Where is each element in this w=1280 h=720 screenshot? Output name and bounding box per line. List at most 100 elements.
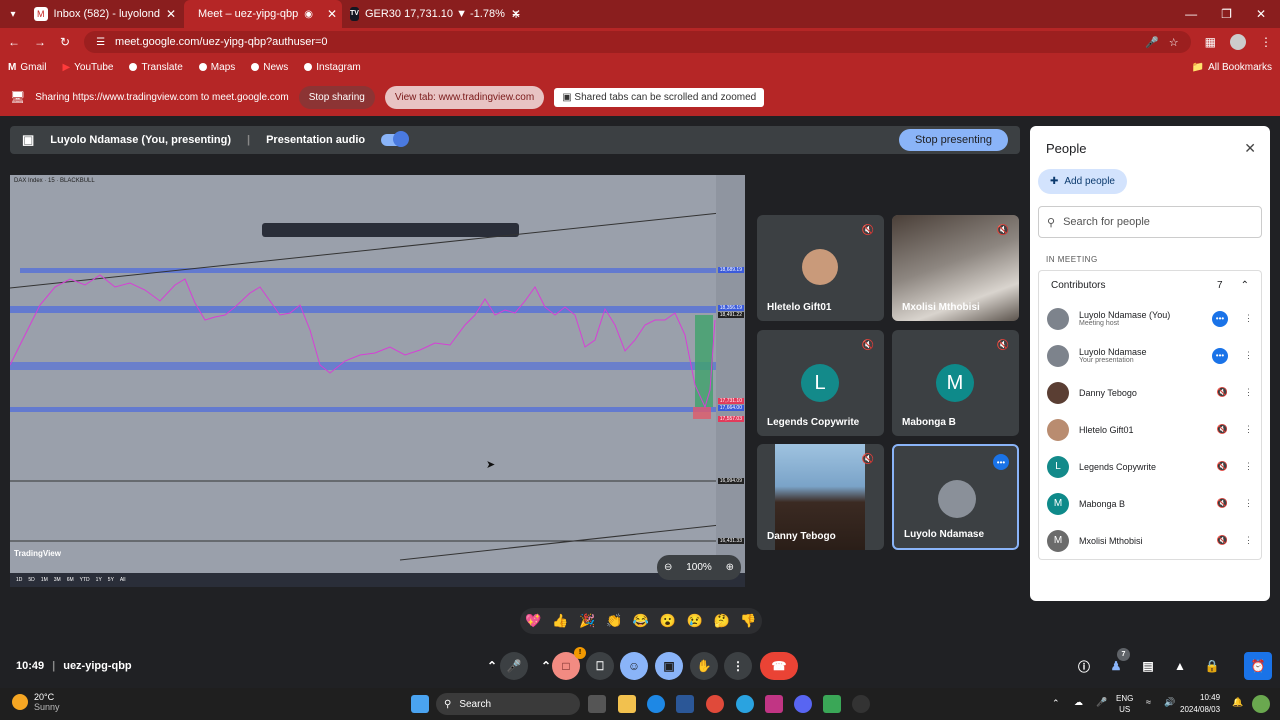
network-icon[interactable]: ☁ <box>1074 697 1083 708</box>
participant-tile-danny[interactable]: 🔇 Danny Tebogo <box>757 444 884 550</box>
more-options-icon[interactable]: ••• <box>1212 347 1228 364</box>
close-tab-icon[interactable]: ✕ <box>511 7 521 21</box>
bookmark-maps[interactable]: Maps <box>198 62 235 73</box>
close-window-icon[interactable]: ✕ <box>1256 7 1266 21</box>
kebab-menu-icon[interactable]: ⋮ <box>1244 498 1253 509</box>
close-icon[interactable]: ✕ <box>1244 140 1256 157</box>
edge-icon[interactable] <box>647 695 665 713</box>
present-button[interactable]: ▣ <box>655 652 683 680</box>
extensions-icon[interactable]: ▦ <box>1205 35 1216 49</box>
reaction-laugh[interactable]: 😂 <box>633 613 649 629</box>
chevron-up-icon[interactable]: ⌃ <box>1052 698 1060 709</box>
microphone-icon[interactable]: 🎤 <box>1096 697 1107 708</box>
emoji-button[interactable]: ☺ <box>620 652 648 680</box>
timeframe-1d[interactable]: 1D <box>16 577 22 583</box>
list-item[interactable]: Hletelo Gift01 🔇 ⋮ <box>1039 411 1261 448</box>
list-item[interactable]: Luyolo Ndamase Your presentation ••• ⋮ <box>1039 337 1261 374</box>
reaction-sad[interactable]: 😢 <box>687 613 703 629</box>
microphone-icon[interactable]: 🎤 <box>1145 36 1159 49</box>
leave-call-button[interactable]: ☎ <box>760 652 798 680</box>
reaction-heart[interactable]: 💖 <box>525 613 541 629</box>
list-item[interactable]: L Legends Copywrite 🔇 ⋮ <box>1039 448 1261 485</box>
bookmark-instagram[interactable]: Instagram <box>304 62 361 73</box>
taskbar-search[interactable]: ⚲ Search <box>436 693 580 715</box>
site-info-icon[interactable]: ☰ <box>96 37 105 48</box>
people-button[interactable]: ♟ 7 <box>1102 648 1130 680</box>
more-options-button[interactable]: ⋮ <box>724 652 752 680</box>
back-icon[interactable]: ← <box>8 35 20 49</box>
tab-meet[interactable]: Meet – uez-yipg-qbp ◉ ✕ <box>184 0 342 28</box>
shared-tradingview-chart[interactable]: DAX Index · 15 · BLACKBULL 18,689.19 18,… <box>10 175 745 587</box>
camera-off-button[interactable]: □ ! <box>552 647 586 680</box>
timeframe-3m[interactable]: 3M <box>54 577 61 583</box>
zoom-out-icon[interactable]: ⊖ <box>664 562 672 573</box>
kebab-menu-icon[interactable]: ⋮ <box>1244 535 1253 546</box>
notification-bell-icon[interactable]: 🔔 <box>1232 697 1243 708</box>
list-item[interactable]: M Mabonga B 🔇 ⋮ <box>1039 485 1261 522</box>
participant-tile-legends[interactable]: 🔇 L Legends Copywrite <box>757 330 884 436</box>
more-options-icon[interactable]: ••• <box>993 454 1009 470</box>
stop-sharing-button[interactable]: Stop sharing <box>298 85 375 109</box>
volume-icon[interactable]: 🔊 <box>1164 697 1175 708</box>
zoom-in-icon[interactable]: ⊕ <box>726 562 734 573</box>
muted-mic-icon[interactable]: 🔇 <box>1217 461 1228 472</box>
search-people-input[interactable]: ⚲ Search for people <box>1038 206 1262 238</box>
kebab-menu-icon[interactable]: ⋮ <box>1244 461 1253 472</box>
timeframe-1m[interactable]: 1M <box>41 577 48 583</box>
muted-mic-icon[interactable]: 🔇 <box>1217 387 1228 398</box>
contributors-header[interactable]: Contributors 7 ⌃ <box>1038 270 1262 300</box>
presentation-audio-toggle[interactable] <box>381 131 410 147</box>
bookmark-news[interactable]: News <box>251 62 288 73</box>
bookmark-youtube[interactable]: ▶ YouTube <box>62 62 113 73</box>
audio-options-chevron[interactable]: ⌃ <box>482 652 502 680</box>
telegram-icon[interactable] <box>736 695 754 713</box>
participant-tile-hletelo[interactable]: 🔇 Hletelo Gift01 <box>757 215 884 321</box>
chat-button[interactable]: ▤ <box>1134 652 1162 680</box>
forward-icon[interactable]: → <box>34 35 46 49</box>
language-indicator[interactable]: ENG US <box>1116 693 1133 715</box>
system-clock[interactable]: 10:49 2024/08/03 <box>1180 692 1220 716</box>
bookmark-star-icon[interactable]: ☆ <box>1169 36 1179 49</box>
kebab-menu-icon[interactable]: ⋮ <box>1244 313 1253 324</box>
minimize-icon[interactable]: — <box>1185 7 1197 21</box>
restore-icon[interactable]: ❐ <box>1221 7 1232 21</box>
github-icon[interactable] <box>852 695 870 713</box>
participant-tile-luyolo[interactable]: ••• Luyolo Ndamase <box>892 444 1019 550</box>
bookmark-gmail[interactable]: M Gmail <box>8 62 46 73</box>
reaction-clap[interactable]: 👏 <box>606 613 622 629</box>
windows-start-icon[interactable] <box>411 695 429 713</box>
tab-tradingview[interactable]: TV GER30 17,731.10 ▼ -1.78% ✕ <box>342 0 521 28</box>
all-bookmarks[interactable]: 📁 All Bookmarks <box>1192 62 1272 73</box>
wifi-icon[interactable]: ≈ <box>1146 697 1151 707</box>
participant-tile-mabonga[interactable]: 🔇 M Mabonga B <box>892 330 1019 436</box>
timeframe-1y[interactable]: 1Y <box>96 577 102 583</box>
store-icon[interactable] <box>676 695 694 713</box>
timeframe-5d[interactable]: 5D <box>28 577 34 583</box>
bookmark-translate[interactable]: Translate <box>129 62 183 73</box>
timeframe-ytd[interactable]: YTD <box>80 577 90 583</box>
more-options-icon[interactable]: ••• <box>1212 310 1228 327</box>
timeframe-all[interactable]: All <box>120 577 126 583</box>
task-view-icon[interactable] <box>588 695 606 713</box>
upwork-icon[interactable] <box>823 695 841 713</box>
chevron-up-icon[interactable]: ⌃ <box>1241 280 1249 291</box>
close-tab-icon[interactable]: ✕ <box>166 7 176 21</box>
captions-button[interactable]: ⎕ <box>586 652 614 680</box>
muted-mic-icon[interactable]: 🔇 <box>1217 498 1228 509</box>
tab-gmail[interactable]: M Inbox (582) - luyolondamase2@ ✕ <box>26 0 184 28</box>
file-explorer-icon[interactable] <box>618 695 636 713</box>
reaction-thumbs-up[interactable]: 👍 <box>552 613 568 629</box>
url-field[interactable]: ☰ meet.google.com/uez-yipg-qbp?authuser=… <box>84 31 1191 53</box>
muted-mic-icon[interactable]: 🔇 <box>1217 424 1228 435</box>
kebab-menu-icon[interactable]: ⋮ <box>1244 424 1253 435</box>
list-item[interactable]: M Mxolisi Mthobisi 🔇 ⋮ <box>1039 522 1261 559</box>
reload-icon[interactable]: ↻ <box>60 35 70 49</box>
reaction-thinking[interactable]: 🤔 <box>713 613 729 629</box>
menu-icon[interactable]: ⋮ <box>1260 35 1272 49</box>
timeframe-5y[interactable]: 5Y <box>108 577 114 583</box>
profile-avatar[interactable] <box>1230 34 1246 50</box>
host-controls-button[interactable]: 🔒 <box>1198 652 1226 680</box>
view-tab-button[interactable]: View tab: www.tradingview.com <box>384 85 545 109</box>
chrome-icon[interactable] <box>706 695 724 713</box>
participant-tile-mxolisi[interactable]: 🔇 Mxolisi Mthobisi <box>892 215 1019 321</box>
